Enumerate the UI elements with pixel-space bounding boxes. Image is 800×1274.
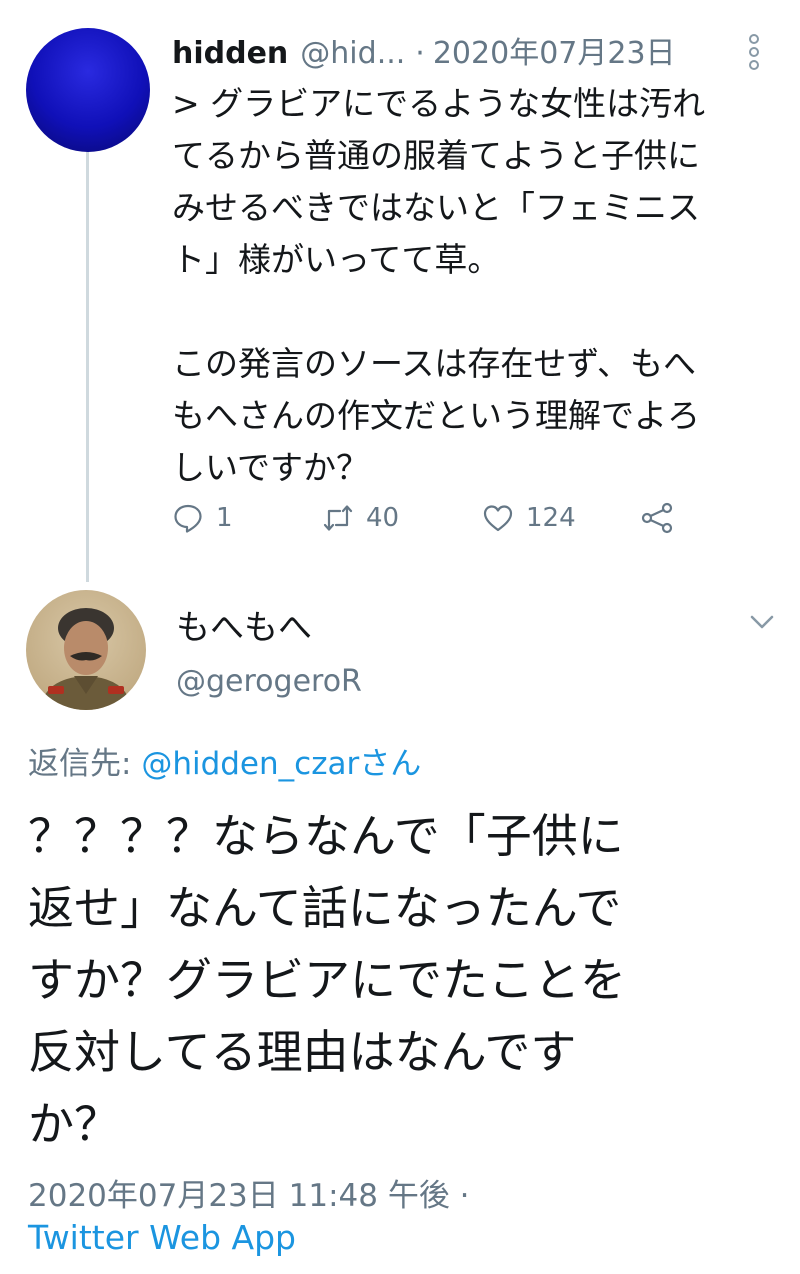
avatar[interactable] <box>26 28 150 152</box>
like-button[interactable]: 124 <box>482 502 640 534</box>
chevron-down-icon[interactable] <box>748 612 776 632</box>
tweet-date[interactable]: 2020年07月23日 <box>433 28 676 72</box>
display-name[interactable]: hidden <box>172 36 288 71</box>
thread-connector-line <box>86 150 89 582</box>
like-count: 124 <box>526 503 576 533</box>
retweet-icon <box>323 505 353 531</box>
reply-to-line: 返信先: @hidden_czarさん <box>28 738 421 783</box>
portrait-image <box>40 608 132 710</box>
share-button[interactable] <box>640 501 686 535</box>
heart-icon <box>483 505 513 532</box>
more-vertical-icon[interactable] <box>744 32 764 72</box>
share-icon <box>641 502 673 534</box>
tweet-source-link[interactable]: Twitter Web App <box>28 1218 296 1257</box>
reply-suffix: さん <box>359 746 422 782</box>
tweet-header: hidden @hid... · 2020年07月23日 <box>172 28 732 71</box>
user-handle[interactable]: @gerogeroR <box>176 664 362 699</box>
display-name[interactable]: もへもへ <box>176 600 312 649</box>
user-handle[interactable]: @hid... <box>300 36 405 71</box>
reply-to-prefix: 返信先: <box>28 746 142 782</box>
header-separator: · <box>415 36 425 71</box>
tweet-actions: 1 40 124 <box>172 496 686 540</box>
avatar[interactable] <box>26 590 146 710</box>
tweet-text: ？？？？ならなんで「子供に 返せ」なんて話になったんで すか？グラビアにでたこと… <box>28 809 626 1151</box>
reply-mention-link[interactable]: @hidden_czar <box>141 746 359 782</box>
retweet-count: 40 <box>366 503 400 533</box>
tweet-timestamp[interactable]: 2020年07月23日 11:48 午後 · <box>28 1170 470 1215</box>
reply-button[interactable]: 1 <box>172 502 322 534</box>
tweet-text: > グラビアにでるような女性は汚れ てるから普通の服着てようと子供に みせるべき… <box>172 84 706 487</box>
reply-icon <box>174 504 202 533</box>
retweet-button[interactable]: 40 <box>322 502 482 534</box>
reply-count: 1 <box>216 503 233 533</box>
